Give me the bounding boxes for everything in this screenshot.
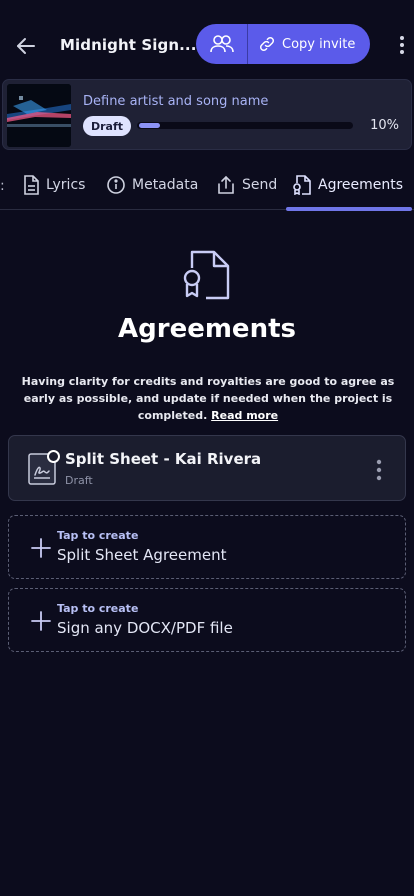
page-heading: Agreements	[118, 314, 296, 344]
tab-lyrics-label: Lyrics	[46, 177, 86, 193]
create-label: Sign any DOCX/PDF file	[57, 619, 233, 637]
link-icon	[259, 36, 275, 52]
project-title: Midnight Sign...	[60, 36, 197, 54]
project-card[interactable]: Define artist and song name Draft 10%	[2, 79, 412, 150]
back-arrow-icon[interactable]	[14, 34, 38, 58]
agreement-status: Draft	[65, 474, 93, 487]
tab-agreements[interactable]: Agreements	[292, 162, 403, 208]
tab-send-label: Send	[242, 177, 278, 193]
progress-bar	[137, 122, 353, 129]
project-artwork	[7, 84, 71, 147]
tab-agreements-label: Agreements	[318, 177, 404, 193]
create-split-sheet-button[interactable]: Tap to create Split Sheet Agreement	[8, 515, 406, 579]
tab-lyrics[interactable]: Lyrics	[22, 162, 85, 208]
agreement-title: Split Sheet - Kai Rivera	[65, 450, 262, 468]
status-badge: Draft	[83, 116, 131, 136]
project-name: Define artist and song name	[83, 94, 269, 109]
share-icon	[218, 175, 234, 194]
document-icon	[24, 175, 39, 195]
progress-percent: 10%	[370, 118, 399, 133]
create-label: Split Sheet Agreement	[57, 546, 227, 564]
copy-invite-button[interactable]: Copy invite	[248, 24, 370, 64]
copy-invite-label: Copy invite	[282, 36, 356, 52]
status-indicator-dot	[47, 450, 60, 463]
collaboration-group: Copy invite	[196, 24, 370, 64]
agreement-hero-icon	[180, 248, 232, 302]
top-bar: Midnight Sign... Copy invite	[0, 0, 414, 76]
plus-icon	[31, 538, 51, 558]
users-icon	[209, 35, 234, 53]
collaborators-button[interactable]	[196, 24, 248, 64]
sign-document-button[interactable]: Tap to create Sign any DOCX/PDF file	[8, 588, 406, 652]
read-more-link[interactable]: Read more	[211, 409, 278, 422]
progress-fill	[139, 123, 161, 128]
tab-metadata[interactable]: Metadata	[106, 162, 198, 208]
description-text: Having clarity for credits and royalties…	[21, 375, 395, 422]
more-options-icon[interactable]	[392, 34, 412, 56]
agreement-icon	[293, 175, 311, 195]
info-icon	[107, 176, 125, 194]
active-tab-indicator	[286, 207, 412, 211]
create-hint: Tap to create	[57, 602, 139, 615]
tab-overflow-indicator: :	[0, 178, 5, 194]
tab-metadata-label: Metadata	[132, 177, 199, 193]
agreements-description: Having clarity for credits and royalties…	[8, 373, 408, 424]
create-hint: Tap to create	[57, 529, 139, 542]
tab-bar: : Lyrics Metadata Send Agreements	[0, 162, 414, 211]
plus-icon	[31, 611, 51, 631]
agreement-card[interactable]: Split Sheet - Kai Rivera Draft	[8, 435, 406, 501]
tab-send[interactable]: Send	[216, 162, 277, 208]
agreement-menu-icon[interactable]	[371, 458, 387, 482]
